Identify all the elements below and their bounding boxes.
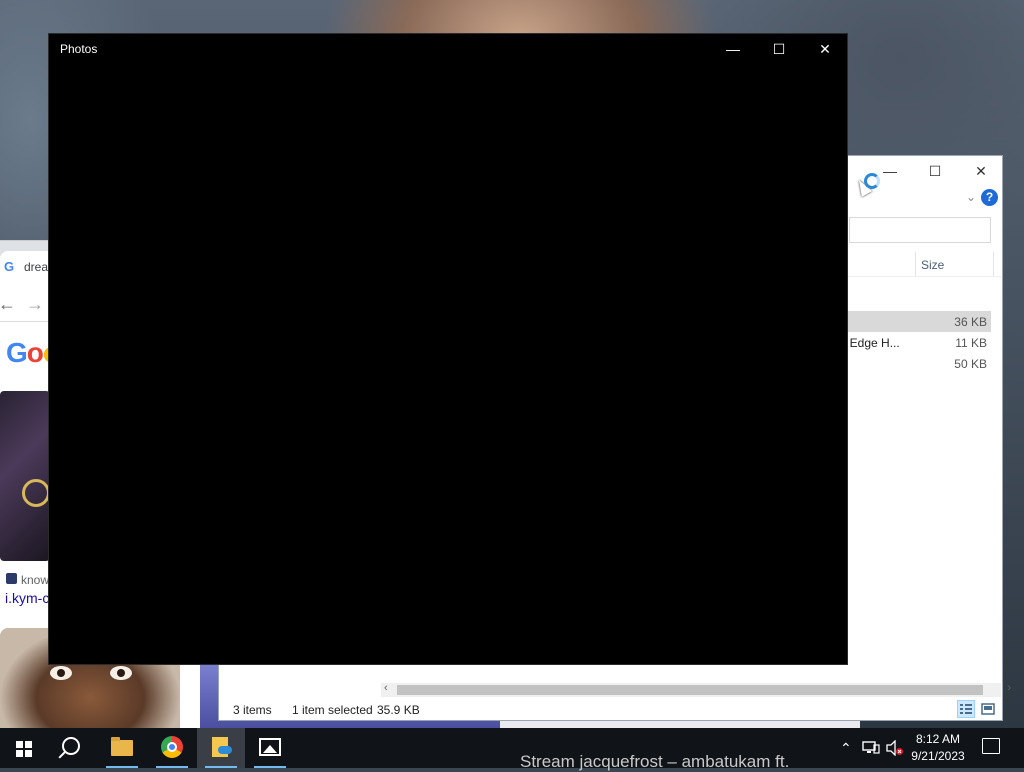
result-site-name: know <box>21 573 50 587</box>
windows-logo-icon <box>16 741 32 757</box>
photos-minimize-button[interactable]: — <box>710 34 756 64</box>
clock-date: 9/21/2023 <box>911 749 965 763</box>
column-separator[interactable] <box>915 252 916 276</box>
taskbar-file-explorer[interactable] <box>98 728 146 768</box>
scrollbar-thumb[interactable] <box>397 685 983 695</box>
explorer-close-button[interactable]: ✕ <box>958 156 1004 186</box>
start-button[interactable] <box>0 728 48 768</box>
taskbar-clock[interactable]: 8:12 AM 9/21/2023 <box>904 731 972 765</box>
onedrive-document-icon <box>212 737 232 757</box>
face-eye-left <box>50 666 72 680</box>
taskbar-onedrive-docs[interactable] <box>197 728 245 768</box>
taskbar-chrome[interactable] <box>148 728 196 768</box>
details-view-icon[interactable] <box>957 700 975 718</box>
large-icons-view-icon[interactable] <box>979 700 997 718</box>
status-selection: 1 item selected <box>292 703 373 717</box>
forward-arrow-icon[interactable]: → <box>26 294 44 315</box>
taskbar-search-button[interactable] <box>48 728 96 768</box>
photos-window[interactable]: Photos — ☐ ✕ <box>48 33 848 665</box>
face-eye-right <box>110 666 132 680</box>
photos-close-button[interactable]: ✕ <box>802 34 848 64</box>
back-arrow-icon[interactable]: ← <box>0 294 16 315</box>
column-separator[interactable] <box>993 252 994 276</box>
network-icon[interactable] <box>862 740 880 759</box>
site-favicon-icon <box>6 573 17 584</box>
busy-spinner-icon <box>864 173 880 189</box>
file-size: 11 KB <box>955 336 987 350</box>
column-header-size[interactable]: Size <box>921 258 944 272</box>
explorer-search-input[interactable] <box>849 217 991 243</box>
folder-icon <box>111 737 133 756</box>
ribbon-expand-chevron-icon[interactable]: ⌄ <box>966 190 976 204</box>
taskbar-photos[interactable] <box>246 728 294 768</box>
status-item-count: 3 items <box>233 703 272 717</box>
chrome-icon <box>161 736 183 758</box>
background-window-text: Stream jacquefrost – ambatukam ft. <box>520 752 790 771</box>
file-size: 36 KB <box>954 315 987 329</box>
show-hidden-icons-chevron-icon[interactable]: ⌃ <box>840 740 852 757</box>
chain-image-detail <box>22 479 50 507</box>
file-name: t Edge H... <box>843 336 900 350</box>
horizontal-scrollbar[interactable]: ‹ › <box>381 682 1011 697</box>
file-size: 50 KB <box>954 357 987 371</box>
status-selection-size: 35.9 KB <box>377 703 420 717</box>
photos-title: Photos <box>60 42 98 56</box>
google-favicon-icon: G <box>4 259 15 274</box>
search-icon <box>62 737 80 755</box>
photos-maximize-button[interactable]: ☐ <box>756 34 802 64</box>
photos-icon <box>259 738 281 756</box>
help-icon[interactable]: ? <box>981 189 998 206</box>
chrome-tab-title: drea <box>24 260 49 274</box>
status-bar: 3 items 1 item selected 35.9 KB <box>219 699 1002 721</box>
explorer-maximize-button[interactable]: ☐ <box>912 156 958 186</box>
scroll-left-arrow-icon[interactable]: ‹ <box>384 682 388 694</box>
clock-time: 8:12 AM <box>915 732 961 746</box>
scroll-right-arrow-icon[interactable]: › <box>1007 682 1011 694</box>
search-result-image[interactable] <box>0 391 50 561</box>
action-center-icon[interactable] <box>982 738 1000 754</box>
result-link[interactable]: i.kym-c <box>5 590 49 606</box>
volume-muted-icon[interactable] <box>886 739 904 759</box>
